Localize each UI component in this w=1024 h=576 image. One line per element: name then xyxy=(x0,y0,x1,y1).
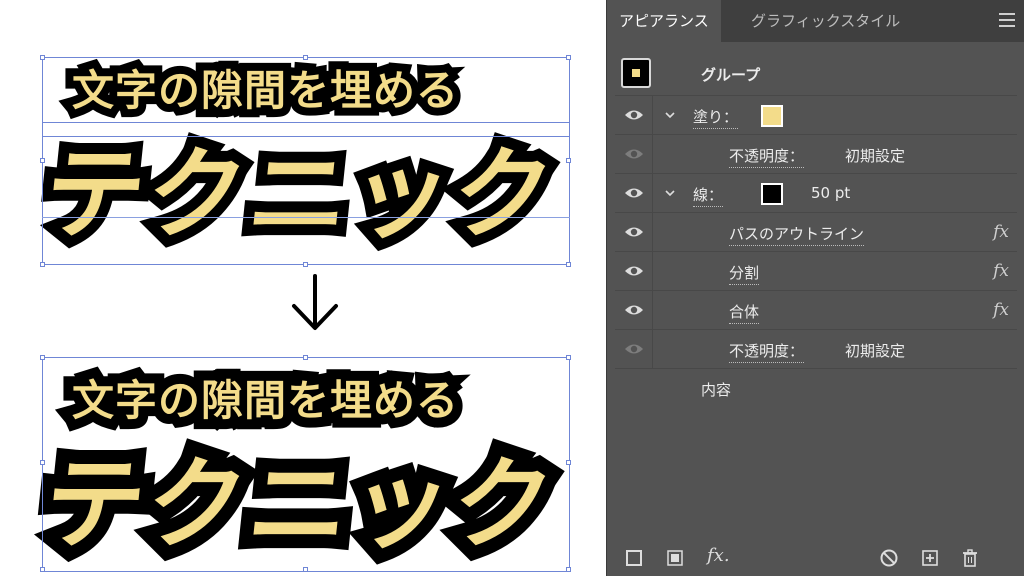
fx-icon[interactable]: fx xyxy=(993,300,1009,320)
hamburger-menu-icon[interactable] xyxy=(999,13,1015,27)
new-stroke-icon[interactable] xyxy=(624,548,644,568)
chevron-down-icon[interactable] xyxy=(663,108,677,122)
baseline-guide xyxy=(42,217,570,218)
effect-label[interactable]: 合体 xyxy=(729,301,760,324)
resize-handle[interactable] xyxy=(303,355,308,360)
artboard-canvas[interactable]: 文字の隙間を埋める テクニック 文字の隙間を埋める テクニック xyxy=(0,0,606,576)
stroke-row[interactable]: 線： 50 pt xyxy=(615,174,1017,213)
eye-icon xyxy=(625,305,643,315)
visibility-toggle[interactable] xyxy=(615,96,653,134)
clear-appearance-icon[interactable] xyxy=(879,548,899,568)
effect-row-divide[interactable]: 分割 fx xyxy=(615,252,1017,291)
visibility-toggle[interactable] xyxy=(615,252,653,290)
group-row[interactable]: グループ xyxy=(615,52,1017,96)
resize-handle[interactable] xyxy=(40,262,45,267)
effect-label[interactable]: 分割 xyxy=(729,262,760,285)
appearance-panel: アピアランス グラフィックスタイル グループ 塗り： 不透明度： 初期設定 線：… xyxy=(606,0,1024,576)
subtitle-text: 文字の隙間を埋める xyxy=(62,366,468,435)
eye-icon xyxy=(625,149,643,159)
opacity-label[interactable]: 不透明度： xyxy=(729,145,805,168)
fill-row[interactable]: 塗り： xyxy=(615,96,1017,135)
resize-handle[interactable] xyxy=(303,55,308,60)
resize-handle[interactable] xyxy=(40,460,45,465)
resize-handle[interactable] xyxy=(40,55,45,60)
stroke-swatch[interactable] xyxy=(761,183,783,205)
chevron-down-icon[interactable] xyxy=(663,186,677,200)
visibility-toggle[interactable] xyxy=(615,213,653,251)
resize-handle[interactable] xyxy=(566,460,571,465)
artwork-before[interactable]: 文字の隙間を埋める テクニック xyxy=(0,35,606,270)
contents-label: 内容 xyxy=(701,381,732,399)
eye-icon xyxy=(625,110,643,120)
tab-graphic-styles[interactable]: グラフィックスタイル xyxy=(739,0,912,42)
resize-handle[interactable] xyxy=(566,567,571,572)
fx-menu-icon[interactable]: fx. xyxy=(707,545,737,566)
resize-handle[interactable] xyxy=(566,262,571,267)
down-arrow-icon xyxy=(292,274,338,330)
group-opacity-row[interactable]: 不透明度： 初期設定 xyxy=(615,330,1017,369)
eye-icon xyxy=(625,188,643,198)
resize-handle[interactable] xyxy=(40,158,45,163)
headline-text: テクニック xyxy=(28,125,572,264)
trash-icon[interactable] xyxy=(960,548,980,568)
new-fill-icon[interactable] xyxy=(665,548,685,568)
resize-handle[interactable] xyxy=(566,355,571,360)
resize-handle[interactable] xyxy=(303,567,308,572)
contents-row[interactable]: 内容 xyxy=(615,369,1017,408)
panel-bottom-toolbar: fx. xyxy=(607,540,1024,576)
visibility-toggle[interactable] xyxy=(615,291,653,329)
visibility-toggle[interactable] xyxy=(615,135,653,173)
eye-icon xyxy=(625,344,643,354)
opacity-value: 初期設定 xyxy=(845,342,906,360)
duplicate-item-icon[interactable] xyxy=(920,548,940,568)
opacity-value: 初期設定 xyxy=(845,147,906,165)
resize-handle[interactable] xyxy=(566,55,571,60)
resize-handle[interactable] xyxy=(40,567,45,572)
resize-handle[interactable] xyxy=(40,355,45,360)
stroke-weight-value[interactable]: 50 pt xyxy=(811,184,850,202)
group-label: グループ xyxy=(701,66,761,84)
eye-icon xyxy=(625,227,643,237)
resize-handle[interactable] xyxy=(566,158,571,163)
visibility-toggle[interactable] xyxy=(615,330,653,368)
fill-opacity-row[interactable]: 不透明度： 初期設定 xyxy=(615,135,1017,174)
artwork-after[interactable]: 文字の隙間を埋める テクニック xyxy=(0,345,606,576)
headline-text: テクニック xyxy=(25,432,575,576)
eye-icon xyxy=(625,266,643,276)
fill-swatch[interactable] xyxy=(761,105,783,127)
fx-icon[interactable]: fx xyxy=(993,261,1009,281)
effect-row-unite[interactable]: 合体 fx xyxy=(615,291,1017,330)
effect-label[interactable]: パスのアウトライン xyxy=(729,223,865,246)
opacity-label[interactable]: 不透明度： xyxy=(729,340,805,363)
fx-icon[interactable]: fx xyxy=(993,222,1009,242)
panel-tab-bar: アピアランス グラフィックスタイル xyxy=(607,0,1024,42)
fill-label[interactable]: 塗り： xyxy=(693,106,739,129)
tab-appearance[interactable]: アピアランス xyxy=(607,0,721,42)
resize-handle[interactable] xyxy=(303,262,308,267)
visibility-toggle[interactable] xyxy=(615,174,653,212)
stroke-label[interactable]: 線： xyxy=(693,184,724,207)
subtitle-text: 文字の隙間を埋める xyxy=(64,58,466,123)
effect-row-outline-path[interactable]: パスのアウトライン fx xyxy=(615,213,1017,252)
group-thumbnail-icon xyxy=(621,58,651,88)
